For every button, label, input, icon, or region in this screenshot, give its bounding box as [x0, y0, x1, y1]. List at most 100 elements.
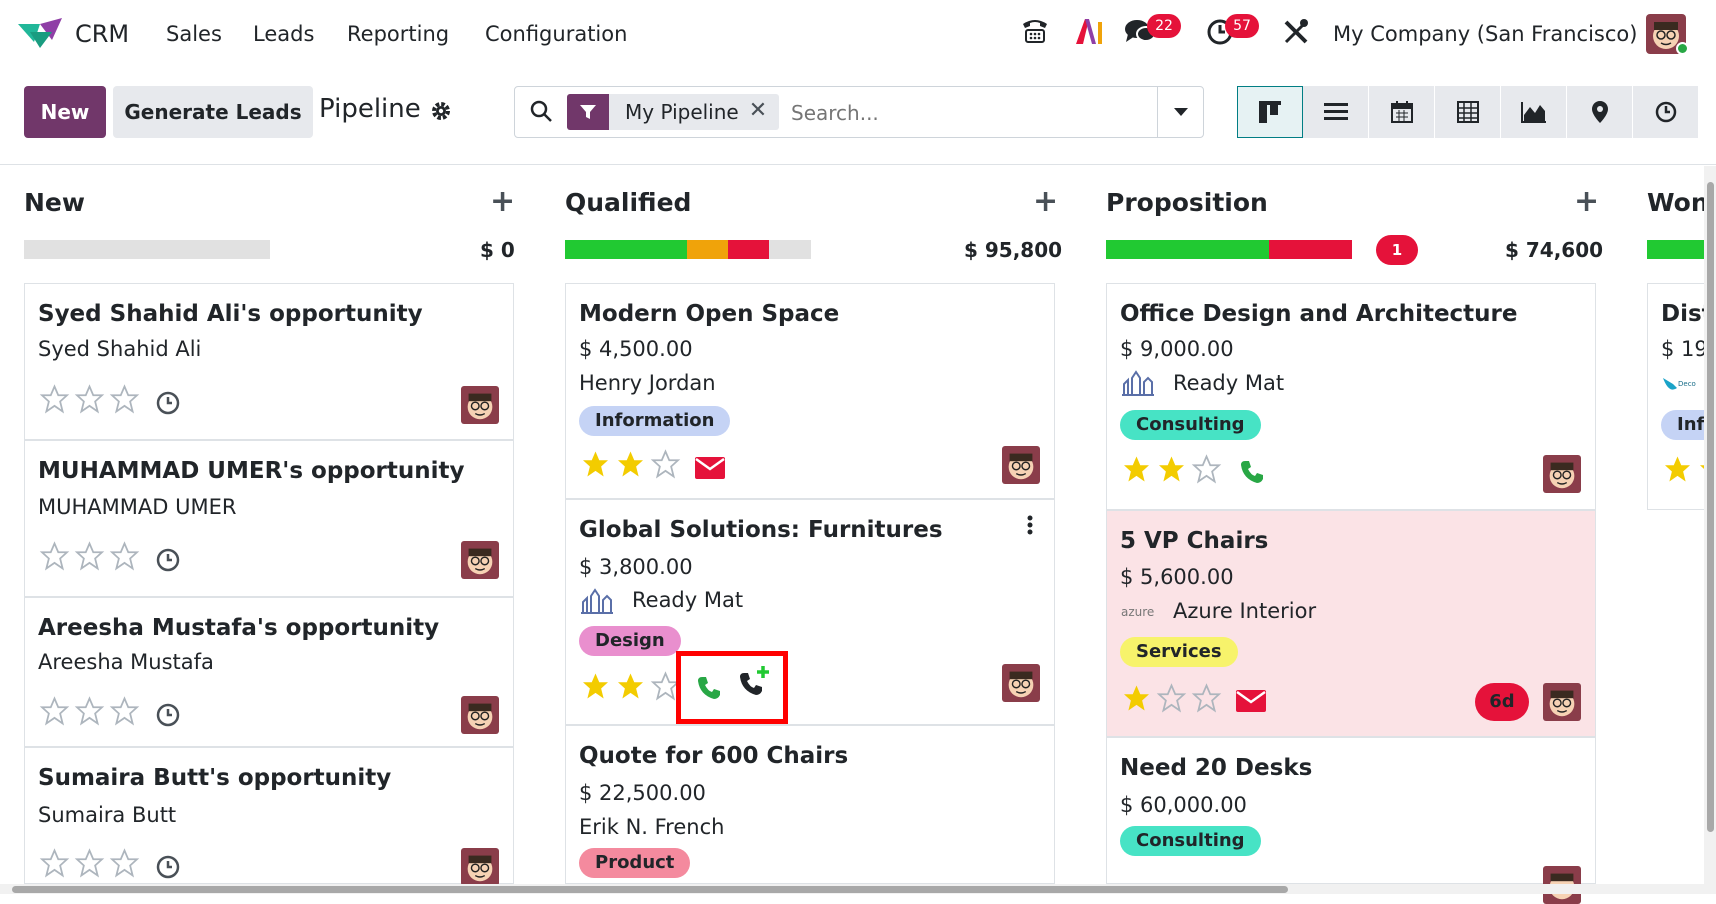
star-empty-icon[interactable]	[1154, 683, 1189, 713]
column-title[interactable]: Proposition	[1106, 188, 1268, 217]
kanban-view-button[interactable]	[1237, 86, 1303, 138]
progress-won-segment[interactable]	[1106, 240, 1269, 259]
search-icon[interactable]	[529, 99, 553, 127]
star-empty-icon[interactable]	[107, 848, 142, 878]
salesperson-avatar[interactable]	[1543, 455, 1581, 493]
horizontal-scrollbar[interactable]	[0, 884, 1716, 894]
gear-icon[interactable]	[430, 100, 452, 128]
priority-stars[interactable]	[37, 848, 142, 878]
star-empty-icon[interactable]	[107, 384, 142, 414]
menu-configuration[interactable]: Configuration	[485, 22, 627, 46]
ai-icon[interactable]	[1074, 16, 1104, 50]
menu-sales[interactable]: Sales	[166, 22, 222, 46]
activity-clock-icon[interactable]	[155, 390, 181, 420]
overdue-count-badge[interactable]: 1	[1376, 235, 1418, 265]
star-filled-icon[interactable]	[578, 449, 613, 479]
company-switcher[interactable]: My Company (San Francisco)	[1333, 22, 1637, 46]
star-empty-icon[interactable]	[107, 696, 142, 726]
activity-clock-icon[interactable]	[155, 547, 181, 577]
star-empty-icon[interactable]	[648, 449, 683, 479]
column-title[interactable]: Qualified	[565, 188, 691, 217]
kanban-card[interactable]: MUHAMMAD UMER's opportunity MUHAMMAD UME…	[24, 440, 514, 597]
star-empty-icon[interactable]	[72, 696, 107, 726]
quick-create-icon[interactable]: +	[1574, 184, 1599, 219]
app-name[interactable]: CRM	[75, 20, 129, 48]
quick-create-icon[interactable]: +	[490, 184, 515, 219]
salesperson-avatar[interactable]	[461, 696, 499, 734]
star-filled-icon[interactable]	[1119, 454, 1154, 484]
calendar-view-button[interactable]	[1369, 86, 1435, 138]
email-activity-icon[interactable]	[1235, 689, 1267, 717]
quick-create-icon[interactable]: +	[1033, 184, 1058, 219]
activity-clock-icon[interactable]	[155, 854, 181, 884]
phone-call-icon[interactable]	[1239, 459, 1265, 489]
list-view-button[interactable]	[1303, 86, 1369, 138]
email-activity-icon[interactable]	[694, 456, 726, 484]
star-filled-icon[interactable]	[1660, 454, 1695, 484]
priority-stars[interactable]	[37, 696, 142, 726]
activity-clock-icon[interactable]	[155, 702, 181, 732]
priority-stars[interactable]	[578, 449, 683, 479]
horizontal-scroll-thumb[interactable]	[12, 886, 1288, 893]
column-progressbar[interactable]	[1106, 240, 1352, 259]
generate-leads-button[interactable]: Generate Leads	[113, 86, 313, 138]
star-filled-icon[interactable]	[613, 671, 648, 701]
column-progressbar[interactable]	[1647, 240, 1707, 259]
debug-tools-icon[interactable]	[1282, 16, 1310, 50]
priority-stars[interactable]	[1119, 683, 1224, 713]
star-filled-icon[interactable]	[1154, 454, 1189, 484]
column-progressbar[interactable]	[565, 240, 811, 259]
star-empty-icon[interactable]	[37, 384, 72, 414]
progress-planned-segment[interactable]	[687, 240, 728, 259]
map-view-button[interactable]	[1567, 86, 1633, 138]
kanban-card[interactable]: Modern Open Space $ 4,500.00 Henry Jorda…	[565, 283, 1055, 499]
kanban-card[interactable]: Global Solutions: Furnitures $ 3,800.00 …	[565, 499, 1055, 725]
kanban-card[interactable]: Dist $ 19 Deco Info	[1647, 283, 1707, 510]
progress-overdue-segment[interactable]	[1269, 240, 1352, 259]
priority-stars[interactable]	[578, 671, 683, 701]
star-empty-icon[interactable]	[37, 696, 72, 726]
priority-stars[interactable]	[37, 384, 142, 414]
deadline-days-badge[interactable]: 6d	[1475, 683, 1529, 721]
kanban-card[interactable]: Areesha Mustafa's opportunity Areesha Mu…	[24, 597, 514, 747]
menu-reporting[interactable]: Reporting	[347, 22, 449, 46]
star-filled-icon[interactable]	[613, 449, 648, 479]
kanban-card[interactable]: Syed Shahid Ali's opportunity Syed Shahi…	[24, 283, 514, 440]
star-empty-icon[interactable]	[1189, 454, 1224, 484]
star-empty-icon[interactable]	[37, 541, 72, 571]
kanban-card[interactable]: Need 20 Desks $ 60,000.00 Consulting	[1106, 737, 1596, 904]
salesperson-avatar[interactable]	[461, 541, 499, 579]
star-empty-icon[interactable]	[72, 384, 107, 414]
phone-icon[interactable]	[1020, 16, 1050, 50]
progress-overdue-segment[interactable]	[728, 240, 769, 259]
star-empty-icon[interactable]	[37, 848, 72, 878]
column-title[interactable]: Won	[1647, 188, 1709, 217]
crm-logo-icon[interactable]	[18, 18, 62, 52]
star-filled-icon[interactable]	[578, 671, 613, 701]
card-menu-icon[interactable]	[1026, 514, 1034, 540]
menu-leads[interactable]: Leads	[253, 22, 314, 46]
salesperson-avatar[interactable]	[461, 848, 499, 886]
search-input[interactable]	[791, 97, 1151, 129]
star-empty-icon[interactable]	[72, 848, 107, 878]
salesperson-avatar[interactable]	[1543, 683, 1581, 721]
priority-stars[interactable]	[1660, 454, 1706, 484]
search-options-toggle[interactable]	[1157, 87, 1204, 137]
new-button[interactable]: New	[24, 86, 106, 138]
graph-view-button[interactable]	[1501, 86, 1567, 138]
priority-stars[interactable]	[37, 541, 142, 571]
star-empty-icon[interactable]	[72, 541, 107, 571]
salesperson-avatar[interactable]	[461, 386, 499, 424]
kanban-card[interactable]: Sumaira Butt's opportunity Sumaira Butt	[24, 747, 514, 886]
kanban-card[interactable]: Quote for 600 Chairs $ 22,500.00 Erik N.…	[565, 725, 1055, 884]
vertical-scroll-thumb[interactable]	[1707, 182, 1714, 832]
column-progressbar[interactable]	[24, 240, 270, 259]
kanban-card[interactable]: 5 VP Chairs $ 5,600.00 azure Azure Inter…	[1106, 510, 1596, 737]
salesperson-avatar[interactable]	[1002, 446, 1040, 484]
salesperson-avatar[interactable]	[1002, 664, 1040, 702]
star-empty-icon[interactable]	[107, 541, 142, 571]
column-title[interactable]: New	[24, 188, 85, 217]
progress-won-segment[interactable]	[565, 240, 687, 259]
activity-view-button[interactable]	[1633, 86, 1699, 138]
star-empty-icon[interactable]	[1189, 683, 1224, 713]
